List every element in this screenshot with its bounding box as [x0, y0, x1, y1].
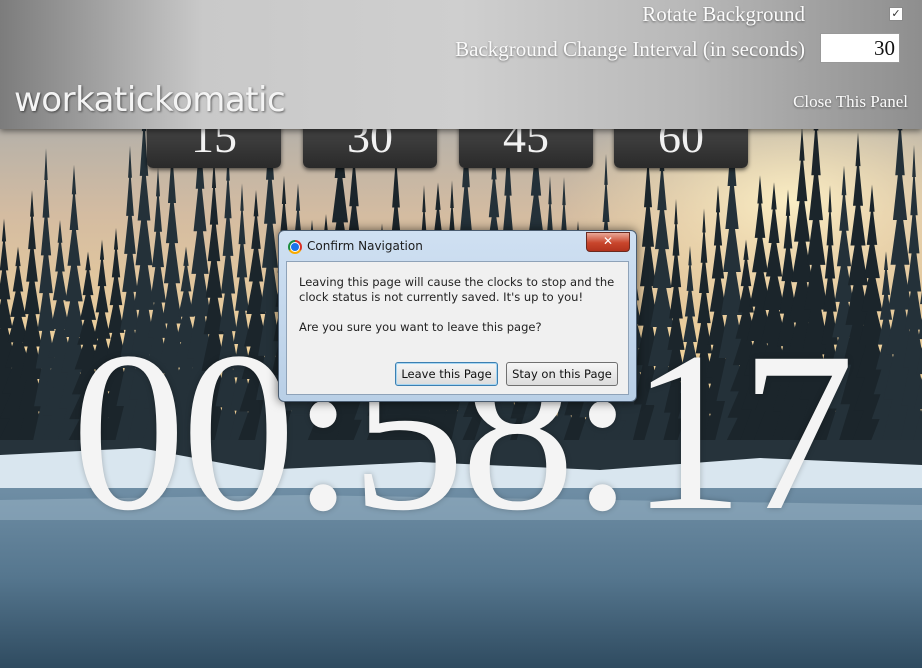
dialog-question: Are you sure you want to leave this page… — [299, 320, 542, 334]
chrome-icon — [288, 240, 302, 254]
interval-input[interactable] — [820, 33, 900, 63]
dialog-message: Leaving this page will cause the clocks … — [299, 275, 615, 304]
close-icon[interactable]: ✕ — [586, 232, 630, 252]
interval-label: Background Change Interval (in seconds) — [455, 37, 805, 61]
stay-on-page-button[interactable]: Stay on this Page — [506, 362, 618, 386]
dialog-titlebar[interactable]: Confirm Navigation ✕ — [279, 231, 636, 261]
rotate-background-checkbox[interactable]: ✓ — [889, 7, 903, 21]
dialog-title: Confirm Navigation — [307, 239, 423, 253]
app-logo: workatickomatic — [14, 80, 286, 120]
dialog-body: Leaving this page will cause the clocks … — [286, 261, 629, 395]
rotate-background-label: Rotate Background — [642, 2, 805, 26]
leave-page-button[interactable]: Leave this Page — [395, 362, 498, 386]
settings-panel: Rotate Background ✓ Background Change In… — [0, 0, 922, 129]
confirm-navigation-dialog: Confirm Navigation ✕ Leaving this page w… — [278, 230, 637, 402]
close-panel-link[interactable]: Close This Panel — [793, 92, 908, 112]
